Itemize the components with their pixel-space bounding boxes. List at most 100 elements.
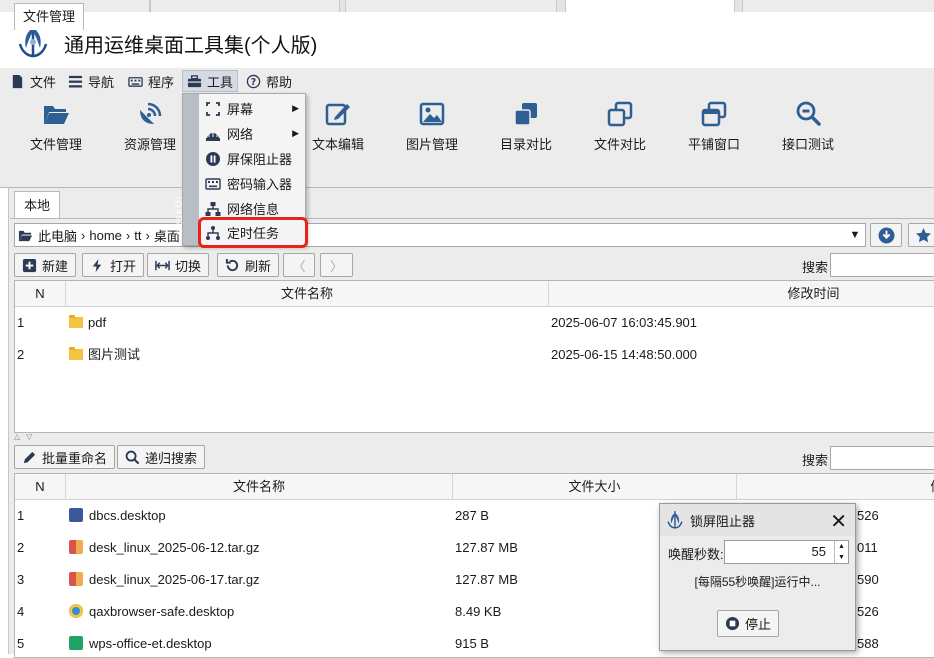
tool-tile-windows[interactable]: 平铺窗口: [674, 100, 754, 153]
pane-splitter[interactable]: △▽: [14, 432, 38, 441]
spin-down-icon[interactable]: ▼: [835, 552, 848, 563]
button-label: 刷新: [245, 258, 272, 274]
breadcrumb-separator: ›: [81, 227, 86, 243]
tool-file-manager[interactable]: 文件管理: [16, 100, 96, 153]
recursive-search-button[interactable]: 递归搜索: [117, 445, 206, 469]
caret-down-icon: ▼: [849, 229, 861, 241]
folder-icon: [69, 315, 83, 328]
breadcrumb[interactable]: 此电脑 › home › tt › 桌面: [14, 223, 866, 247]
menu-file[interactable]: 文件: [6, 70, 60, 92]
archive-icon: [69, 540, 83, 554]
menu-help[interactable]: ? 帮助: [242, 70, 296, 92]
search-input[interactable]: [830, 446, 934, 470]
file-name: wps-office-et.desktop: [89, 636, 212, 651]
breadcrumb-item[interactable]: home: [89, 228, 122, 243]
back-button[interactable]: 〈: [283, 253, 315, 277]
arrows-horizontal-icon: [155, 260, 170, 270]
breadcrumb-separator: ›: [125, 227, 131, 243]
menu-item-scheduled-task[interactable]: 定时任务: [198, 217, 308, 248]
chevron-left-icon: 〈: [292, 258, 306, 274]
bolt-icon: [92, 258, 102, 272]
search-input[interactable]: [830, 253, 934, 277]
tab-local[interactable]: 本地: [14, 191, 60, 219]
menu-item-screen[interactable]: 屏幕 ▶: [201, 96, 305, 121]
sitemap-icon: [205, 201, 221, 216]
chevron-right-icon: 〉: [329, 258, 343, 274]
stepper-value: 55: [811, 544, 826, 559]
download-circle-icon: [878, 227, 894, 243]
column-header[interactable]: N: [15, 281, 66, 307]
column-header[interactable]: 文件名称: [66, 474, 453, 500]
table-row[interactable]: 2 图片测试 2025-06-15 14:48:50.000: [15, 339, 934, 371]
dialog-titlebar[interactable]: 锁屏阻止器: [660, 504, 855, 536]
button-label: 切换: [175, 258, 202, 274]
tool-file-compare[interactable]: 文件对比: [580, 100, 660, 153]
tool-label: 资源管理: [123, 137, 176, 152]
file-name-cell: dbcs.desktop: [69, 500, 166, 532]
download-button[interactable]: [870, 223, 902, 247]
tool-image-manager[interactable]: 图片管理: [392, 100, 472, 153]
browser-tab[interactable]: [150, 0, 340, 12]
path-dropdown-button[interactable]: ▼: [844, 224, 866, 246]
tab-file-manager[interactable]: 文件管理: [14, 3, 84, 30]
new-button[interactable]: 新建: [14, 253, 77, 277]
app-title: 通用运维桌面工具集(个人版): [64, 35, 318, 57]
favorite-button[interactable]: [908, 223, 934, 247]
menu-item-label: 屏幕: [227, 102, 254, 117]
menu-item-network[interactable]: 网络 ▶: [201, 121, 305, 146]
menu-item-screensaver-blocker[interactable]: 屏保阻止器: [201, 146, 305, 171]
breadcrumb-item[interactable]: tt: [134, 228, 141, 243]
menu-program[interactable]: 程序: [124, 70, 178, 92]
browser-icon: [69, 604, 83, 618]
browser-tab-active[interactable]: [565, 0, 735, 12]
menubar: 文件 导航 程序 工具 ? 帮助: [0, 68, 934, 94]
column-header[interactable]: 修改时间: [737, 474, 934, 500]
app-header: 通用运维桌面工具集(个人版): [0, 12, 934, 68]
plus-square-icon: [22, 258, 37, 272]
wake-seconds-label: 唤醒秒数:: [668, 547, 724, 562]
spreadsheet-icon: [69, 636, 83, 650]
screen-icon: [206, 101, 220, 116]
column-header[interactable]: 文件大小: [453, 474, 737, 500]
file-name-cell: desk_linux_2025-06-12.tar.gz: [69, 532, 260, 564]
button-label: 打开: [110, 258, 137, 274]
switch-button[interactable]: 切换: [147, 253, 210, 277]
close-icon[interactable]: ✕: [830, 509, 847, 534]
breadcrumb-item[interactable]: 此电脑: [38, 226, 77, 245]
stop-button[interactable]: 停止: [717, 610, 780, 637]
table-row[interactable]: 1 pdf 2025-06-07 16:03:45.901: [15, 307, 934, 339]
menu-item-password-input[interactable]: 密码输入器: [201, 171, 305, 196]
file-size: 127.87 MB: [455, 572, 518, 587]
open-button[interactable]: 打开: [82, 253, 145, 277]
browser-tab-strip: [0, 0, 934, 12]
tool-dir-compare[interactable]: 目录对比: [486, 100, 566, 153]
column-header[interactable]: 修改时间: [549, 281, 934, 307]
stepper-arrows[interactable]: ▲ ▼: [834, 541, 848, 563]
file-size: 287 B: [455, 508, 489, 523]
dialog-title: 锁屏阻止器: [690, 513, 756, 529]
column-header[interactable]: N: [15, 474, 66, 500]
batch-rename-button[interactable]: 批量重命名: [14, 445, 116, 469]
wake-seconds-stepper[interactable]: 55 ▲ ▼: [724, 540, 849, 564]
column-header[interactable]: 文件名称: [66, 281, 549, 307]
menu-item-label: 网络信息: [227, 202, 280, 217]
row-index: 1: [17, 315, 25, 330]
button-label: 停止: [745, 617, 772, 632]
browser-tab[interactable]: [742, 0, 934, 12]
stop-circle-icon: [725, 616, 740, 631]
menu-tools[interactable]: 工具: [182, 70, 239, 92]
file-name: desk_linux_2025-06-17.tar.gz: [89, 572, 260, 587]
windows-icon: [701, 101, 727, 127]
search-label: 搜索: [802, 260, 829, 275]
clone-outline-icon: [607, 101, 633, 127]
spin-up-icon[interactable]: ▲: [835, 541, 848, 552]
refresh-button[interactable]: 刷新: [217, 253, 280, 277]
tool-api-test[interactable]: 接口测试: [768, 100, 848, 153]
file-name: 图片测试: [88, 347, 141, 362]
menu-navigate[interactable]: 导航: [64, 70, 118, 92]
tool-text-editor[interactable]: 文本编辑: [298, 100, 378, 153]
forward-button[interactable]: 〉: [320, 253, 353, 277]
browser-tab[interactable]: [345, 0, 557, 12]
menu-item-network-info[interactable]: 网络信息: [201, 196, 305, 221]
tool-resource-manager[interactable]: 资源管理: [110, 100, 190, 153]
